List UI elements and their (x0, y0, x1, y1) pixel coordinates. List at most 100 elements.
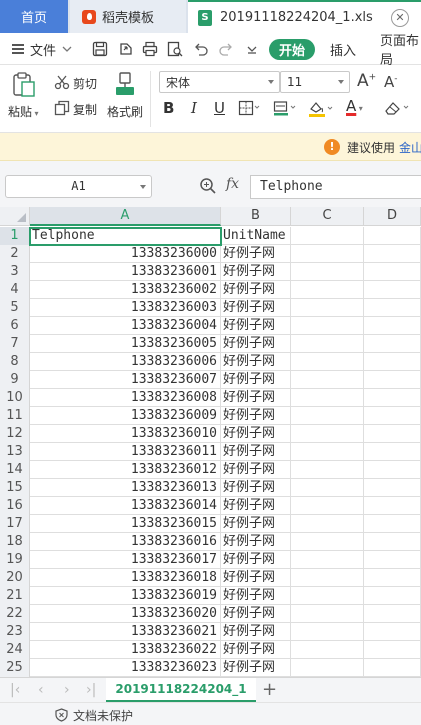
row-header[interactable]: 25 (0, 659, 30, 677)
cell-a[interactable]: 13383236012 (30, 461, 221, 479)
cell-a[interactable]: 13383236019 (30, 587, 221, 605)
cell-c[interactable] (291, 641, 364, 659)
cell-b[interactable]: 好例子网 (221, 281, 291, 299)
row-header[interactable]: 8 (0, 353, 30, 371)
format-painter-icon[interactable] (114, 71, 136, 97)
cell-b[interactable]: 好例子网 (221, 641, 291, 659)
cell-a[interactable]: 13383236000 (30, 245, 221, 263)
cell-b[interactable]: 好例子网 (221, 335, 291, 353)
cell-c[interactable] (291, 461, 364, 479)
row-header[interactable]: 10 (0, 389, 30, 407)
cell-d[interactable] (364, 641, 421, 659)
row-header[interactable]: 2 (0, 245, 30, 263)
cell-b[interactable]: 好例子网 (221, 425, 291, 443)
cell-d[interactable] (364, 443, 421, 461)
tab-template[interactable]: 稻壳模板 (70, 0, 186, 33)
cell-a[interactable]: 13383236006 (30, 353, 221, 371)
cell-b[interactable]: 好例子网 (221, 533, 291, 551)
tab-close-icon[interactable]: ✕ (391, 9, 409, 27)
cell-b[interactable]: 好例子网 (221, 299, 291, 317)
cell-d[interactable] (364, 281, 421, 299)
print-icon[interactable] (142, 41, 158, 57)
cell-c[interactable] (291, 443, 364, 461)
zoom-search-icon[interactable] (199, 177, 217, 195)
tab-page-layout[interactable]: 页面布局 (380, 33, 421, 68)
save-icon[interactable] (92, 41, 108, 57)
add-sheet-icon[interactable]: + (262, 679, 277, 700)
cell-c[interactable] (291, 317, 364, 335)
cell-b[interactable]: 好例子网 (221, 461, 291, 479)
cell-d[interactable] (364, 461, 421, 479)
cell-c[interactable] (291, 479, 364, 497)
name-box[interactable]: A1 (5, 175, 152, 198)
row-header[interactable]: 11 (0, 407, 30, 425)
row-header[interactable]: 6 (0, 317, 30, 335)
tab-home[interactable]: 首页 (0, 0, 68, 33)
font-name-select[interactable]: 宋体 (159, 71, 280, 93)
row-header[interactable]: 22 (0, 605, 30, 623)
cell-b[interactable]: 好例子网 (221, 569, 291, 587)
cell-b[interactable]: 好例子网 (221, 245, 291, 263)
tab-document[interactable]: S 20191118224204_1.xls ✕ (188, 0, 421, 33)
cell-b[interactable]: 好例子网 (221, 515, 291, 533)
cell-a[interactable]: 13383236001 (30, 263, 221, 281)
cell-d[interactable] (364, 605, 421, 623)
cell-a[interactable]: 13383236015 (30, 515, 221, 533)
cell-b[interactable]: 好例子网 (221, 623, 291, 641)
cell-c[interactable] (291, 353, 364, 371)
cell-a[interactable]: 13383236008 (30, 389, 221, 407)
row-header[interactable]: 15 (0, 479, 30, 497)
row-header[interactable]: 18 (0, 533, 30, 551)
column-header-b[interactable]: B (221, 207, 291, 226)
cell-c[interactable] (291, 515, 364, 533)
cell-d[interactable] (364, 407, 421, 425)
row-header[interactable]: 20 (0, 569, 30, 587)
formula-input[interactable]: Telphone (250, 175, 421, 199)
row-header[interactable]: 19 (0, 551, 30, 569)
tab-start[interactable]: 开始 (269, 39, 315, 60)
copy-button[interactable]: 复制 (73, 101, 97, 118)
insert-function-button[interactable]: fx (226, 176, 239, 192)
row-header[interactable]: 3 (0, 263, 30, 281)
spreadsheet-grid[interactable]: A B C D 1 Telphone UnitName 2 13383236000 好例子… (0, 207, 421, 677)
cell-a[interactable]: 13383236020 (30, 605, 221, 623)
notification-link[interactable]: 金山 (399, 139, 421, 156)
cell-c[interactable] (291, 407, 364, 425)
row-header[interactable]: 13 (0, 443, 30, 461)
cell-c[interactable] (291, 569, 364, 587)
tab-insert[interactable]: 插入 (330, 33, 356, 65)
cell-d[interactable] (364, 371, 421, 389)
row-header[interactable]: 21 (0, 587, 30, 605)
italic-button[interactable]: I (191, 99, 197, 117)
row-header[interactable]: 14 (0, 461, 30, 479)
file-menu[interactable]: 文件 (12, 33, 72, 65)
cell-b[interactable]: 好例子网 (221, 353, 291, 371)
cell-d[interactable] (364, 551, 421, 569)
border-icon[interactable] (238, 100, 260, 116)
cell-b[interactable]: 好例子网 (221, 389, 291, 407)
cell-a[interactable]: 13383236022 (30, 641, 221, 659)
sheet-tab-active[interactable]: 20191118224204_1 (106, 678, 256, 702)
cell-a[interactable]: 13383236014 (30, 497, 221, 515)
cell-a[interactable]: 13383236016 (30, 533, 221, 551)
cell-c[interactable] (291, 281, 364, 299)
cut-button[interactable]: 剪切 (73, 75, 97, 92)
cell-b[interactable]: 好例子网 (221, 317, 291, 335)
cell-d[interactable] (364, 353, 421, 371)
cell-b[interactable]: 好例子网 (221, 497, 291, 515)
cell-d[interactable] (364, 623, 421, 641)
font-color-button[interactable]: A ▾ (346, 97, 363, 115)
cell-c[interactable] (291, 263, 364, 281)
cell-b[interactable]: 好例子网 (221, 263, 291, 281)
print-preview-icon[interactable] (167, 41, 183, 57)
cell-b[interactable]: 好例子网 (221, 659, 291, 677)
cell-d[interactable] (364, 497, 421, 515)
previous-sheet-icon[interactable]: ‹ (38, 682, 44, 698)
cell-c[interactable] (291, 551, 364, 569)
row-header[interactable]: 9 (0, 371, 30, 389)
next-sheet-icon[interactable]: › (64, 682, 70, 698)
row-header[interactable]: 1 (0, 227, 30, 245)
eraser-icon[interactable] (383, 100, 413, 116)
column-header-a[interactable]: A (30, 207, 221, 226)
last-sheet-icon[interactable]: ›| (86, 682, 96, 698)
